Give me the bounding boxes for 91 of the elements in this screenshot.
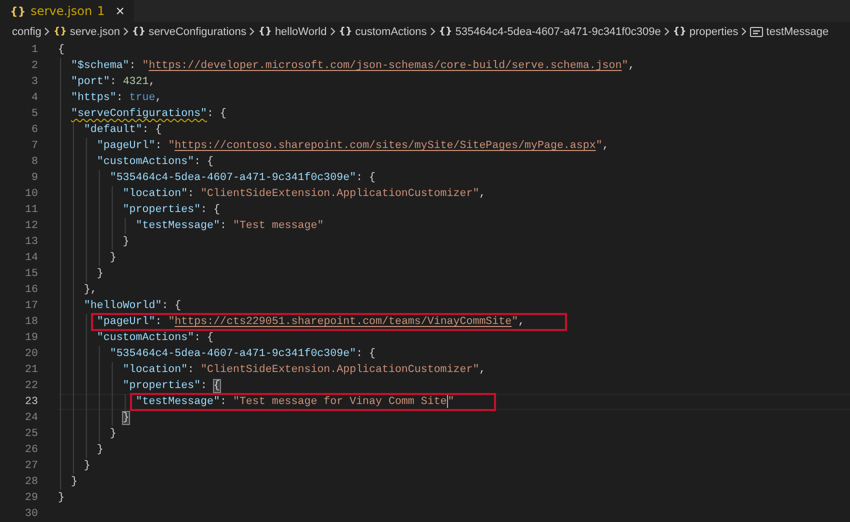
line-number: 6 — [30, 123, 38, 138]
line-number: 17 — [24, 299, 38, 314]
chevron-icon — [44, 27, 50, 36]
breadcrumb-item[interactable]: config — [12, 26, 42, 38]
link[interactable]: https://cts229051.sharepoint.com/teams/VinayCommSite — [174, 316, 512, 328]
line-number: 18 — [24, 315, 38, 330]
line-number: 29 — [24, 491, 38, 506]
code-line: "$schema": "https://developer.microsoft.com/json-schemas/core-build/serve.schema.json", — [58, 58, 635, 74]
code-line: { — [58, 43, 64, 58]
code-line: "properties": { — [58, 202, 220, 218]
code-line: "customActions": { — [58, 154, 214, 170]
code-line: }, — [58, 282, 97, 298]
code-line: } — [58, 250, 116, 266]
breadcrumb-item[interactable]: testMessage — [750, 26, 829, 38]
matched-bracket: { — [214, 380, 220, 392]
code-line: } — [58, 442, 104, 458]
breadcrumb-item[interactable]: {} customActions — [338, 26, 427, 38]
code-line: "customActions": { — [58, 330, 214, 346]
line-number: 8 — [30, 155, 38, 170]
line-number: 10 — [24, 187, 38, 202]
line-number: 13 — [24, 235, 38, 250]
braces-icon: {} — [258, 26, 272, 37]
line-number: 21 — [24, 363, 38, 378]
line-number: 15 — [24, 267, 38, 282]
line-number: 1 — [30, 43, 38, 58]
line-number: 14 — [24, 251, 38, 266]
code-line: "location": "ClientSideExtension.ApplicationCustomizer", — [58, 186, 486, 202]
braces-icon: {} — [672, 26, 686, 37]
braces-icon: {} — [53, 26, 67, 37]
code-line: "serveConfigurations": { — [58, 106, 226, 122]
line-number: 5 — [30, 107, 38, 122]
code-line: } — [58, 474, 78, 490]
warning-text: "serveConfigurations" — [70, 108, 208, 120]
link[interactable]: https://contoso.sharepoint.com/sites/mySite/SitePages/myPage.aspx — [174, 140, 596, 152]
code-line: "535464c4-5dea-4607-a471-9c341f0c309e": { — [58, 170, 376, 186]
problem-count: 1 — [97, 4, 105, 18]
line-number: 7 — [30, 139, 38, 154]
line-number: 20 — [24, 347, 38, 362]
braces-icon: {} — [10, 4, 26, 18]
line-number: 3 — [30, 75, 38, 90]
line-number: 19 — [24, 331, 38, 346]
code-line: "location": "ClientSideExtension.ApplicationCustomizer", — [58, 362, 486, 378]
link[interactable]: https://developer.microsoft.com/json-schemas/core-build/serve.schema.json — [148, 60, 622, 72]
code-line: "testMessage": "Test message" — [58, 218, 324, 234]
line-number: 25 — [24, 427, 38, 442]
code-line: } — [58, 426, 116, 442]
chevron-icon — [741, 27, 748, 36]
breadcrumb-item[interactable]: {} serve.json — [53, 26, 120, 38]
editor-tab[interactable]: {} serve.json 1 × — [0, 0, 134, 22]
code-line: "pageUrl": "https://cts229051.sharepoint.com/teams/VinayCommSite", — [58, 314, 525, 330]
line-number: 24 — [24, 411, 38, 426]
code-line: "helloWorld": { — [58, 298, 182, 314]
code-line: } — [58, 491, 64, 506]
code-line: } — [58, 266, 104, 282]
code-line: "port": 4321, — [58, 74, 156, 90]
breadcrumb-item[interactable]: {} 535464c4-5dea-4607-a471-9c341f0c309e — [438, 26, 661, 38]
braces-icon: {} — [132, 26, 146, 37]
line-number: 12 — [24, 219, 38, 234]
breadcrumb-item[interactable]: {} serveConfigurations — [132, 26, 246, 38]
code-line: "https": true, — [58, 90, 162, 106]
code-line: } — [58, 458, 90, 474]
text-string-icon — [750, 26, 764, 36]
breadcrumb-item[interactable]: {} helloWorld — [258, 26, 327, 38]
line-number: 22 — [24, 379, 38, 394]
code-line: "default": { — [58, 122, 162, 138]
line-number: 28 — [24, 475, 38, 490]
chevron-icon — [664, 27, 670, 36]
code-line: "properties": { — [58, 378, 220, 394]
line-number: 26 — [24, 443, 38, 458]
line-number: 11 — [24, 203, 38, 218]
matched-bracket: } — [122, 412, 130, 424]
line-number: 4 — [30, 91, 38, 106]
chevron-icon — [249, 27, 256, 36]
chevron-icon — [330, 27, 336, 36]
code-line: "pageUrl": "https://contoso.sharepoint.com/sites/mySite/SitePages/myPage.aspx", — [58, 138, 609, 154]
line-number: 2 — [30, 59, 38, 74]
line-number: 16 — [24, 283, 38, 298]
line-number: 9 — [30, 171, 38, 186]
line-number: 30 — [24, 507, 38, 522]
line-number: 27 — [24, 459, 38, 474]
braces-icon: {} — [438, 26, 452, 37]
breadcrumb-item[interactable]: {} properties — [672, 26, 738, 38]
line-number: 23 — [24, 395, 38, 410]
braces-icon: {} — [338, 26, 352, 37]
code-line: "testMessage": "Test message for Vinay Comm Site" — [58, 394, 454, 410]
chevron-icon — [123, 27, 130, 36]
tab-label: serve.json — [30, 4, 92, 18]
code-line: } — [58, 234, 130, 250]
close-button[interactable]: × — [114, 4, 126, 18]
chevron-icon — [430, 27, 436, 36]
code-line: "535464c4-5dea-4607-a471-9c341f0c309e": { — [58, 346, 376, 362]
